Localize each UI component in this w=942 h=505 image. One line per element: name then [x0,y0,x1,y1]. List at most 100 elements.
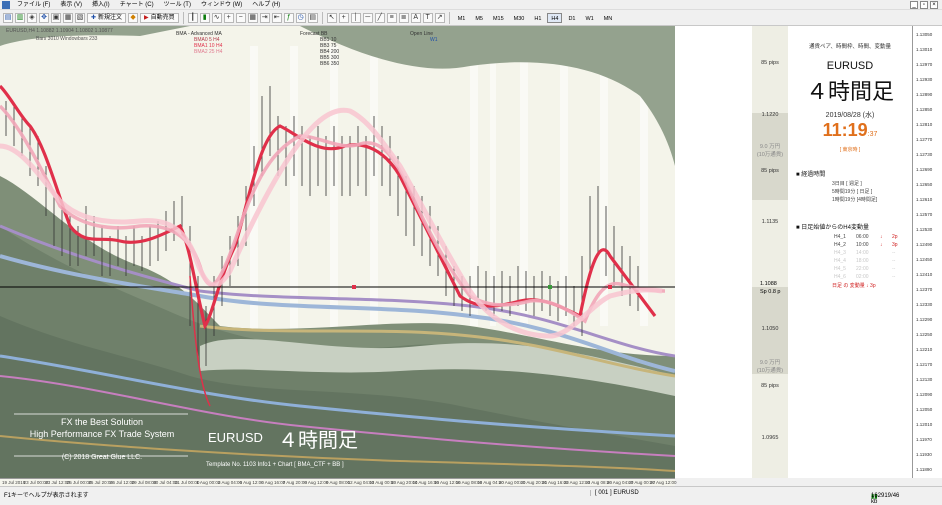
chart-header-line2: Bars 3010 Windowbars 233 [36,36,98,42]
chart-shift-icon[interactable]: ⇤ [271,12,282,23]
time-tick: 1 Aug 00:00 [196,480,221,485]
tf-d1[interactable]: D1 [564,13,579,23]
cursor-icon[interactable]: ↖ [326,12,337,23]
elapsed-row: 3日目 [ 週足 ] [832,181,862,187]
tf-m15[interactable]: M15 [489,13,508,23]
auto-trade-icon: ▶ [144,14,149,21]
vertical-line-icon[interactable]: │ [350,12,361,23]
periods-icon[interactable]: ◷ [295,12,306,23]
trendline-icon[interactable]: ╱ [374,12,385,23]
zoom-in-icon[interactable]: + [223,12,234,23]
new-order-icon: ✚ [91,14,97,21]
arrows-icon[interactable]: ↗ [434,12,445,23]
info-date: 2019/08/28 (水) [825,112,875,119]
menu-view[interactable]: 表示 (V) [55,0,87,10]
menu-chart[interactable]: チャート (C) [115,0,159,10]
fibonacci-icon[interactable]: ≣ [398,12,409,23]
price-tick: 1.12010 [916,422,933,427]
price-tick: 1.12530 [916,227,933,232]
label-icon[interactable]: T [422,12,433,23]
channel-icon[interactable]: ≡ [386,12,397,23]
legend-forecast: Forecast BB BB1 10 BB3 75 BB4 200 BB5 30… [300,31,339,67]
price-tick: 1.11890 [916,467,932,472]
app-icon [2,0,10,9]
footer-symbol: EURUSD [208,430,263,445]
profiles-icon[interactable]: ▥ [15,12,25,23]
info-symbol: EURUSD [826,60,874,72]
price-tick: 1.12610 [916,197,933,202]
bar-chart-icon[interactable]: ┃ [187,12,198,23]
auto-trade-label: 自動売買 [150,14,175,21]
h4-row-value: 3p [892,242,898,248]
menu-help[interactable]: ヘルプ (H) [247,0,285,10]
tf-w1[interactable]: W1 [581,13,597,23]
horizontal-line-icon[interactable]: ─ [362,12,373,23]
price-tick: 1.12290 [916,317,933,322]
auto-trade-button[interactable]: ▶ 自動売買 [140,12,179,23]
time-tick: 27 Aug 12:00 [650,480,677,485]
tester-icon[interactable]: ▧ [75,12,85,23]
pips-label: 85 pips [761,383,779,389]
brand-subtitle: High Performance FX Trade System [29,429,175,439]
close-icon[interactable]: × [930,0,938,9]
elapsed-row: 1時間19分 [4時間足] [832,197,878,203]
menu-tools[interactable]: ツール (T) [159,0,196,10]
tf-h4[interactable]: H4 [547,12,563,23]
templates-icon[interactable]: ▤ [307,12,318,23]
tf-m5[interactable]: M5 [471,13,487,23]
chart-canvas[interactable]: EURUSD,H4 1.10882 1.10904 1.10802 1.1087… [0,26,675,478]
tf-m30[interactable]: M30 [510,13,529,23]
crosshair-icon[interactable]: + [338,12,349,23]
menu-insert[interactable]: 挿入(I) [87,0,115,10]
daily-change: 日足 の 変動量 ↓ 3p [832,283,876,289]
indicators-icon[interactable]: ƒ [283,12,294,23]
h4-row-value: -- [892,274,896,280]
new-chart-icon[interactable]: ▤ [3,12,13,23]
text-icon[interactable]: A [410,12,421,23]
price-tick: 1.12850 [916,107,933,112]
chart-header-line1: EURUSD,H4 1.10882 1.10904 1.10802 1.1087… [6,28,113,34]
tf-mn[interactable]: MN [600,13,617,23]
candle-chart-icon[interactable]: ▮ [199,12,210,23]
menu-bar: ファイル (F) 表示 (V) 挿入(I) チャート (C) ツール (T) ウ… [0,0,942,10]
data-window-icon[interactable]: ✥ [39,12,49,23]
line-chart-icon[interactable]: ∿ [211,12,222,23]
h4-row-label: H4_3 [834,250,846,256]
zoom-out-icon[interactable]: − [235,12,246,23]
price-tick: 1.12250 [916,332,933,337]
price-tick: 1.12130 [916,377,933,382]
restore-icon[interactable]: ▫ [920,0,928,9]
time-tick: 7 Aug 20:00 [282,480,307,485]
pips-yen-label: 9.0 万円 (10万通貨) [756,144,784,158]
connection-value: 162919/46 kb [871,493,900,505]
price-tick: 1.13010 [916,47,933,52]
clock-time: 11:19 [822,120,868,140]
navigator-icon[interactable]: ▣ [51,12,61,23]
price-tick: 1.11930 [916,452,932,457]
brand-copyright: (C) 2018 Great Glue LLC. [61,454,143,461]
price-tick: 1.12210 [916,347,933,352]
price-chart[interactable] [0,26,675,478]
metaeditor-icon[interactable]: ◆ [128,12,139,23]
new-order-button[interactable]: ✚ 新規注文 [87,12,127,23]
tf-h1[interactable]: H1 [530,13,545,23]
legend-bb6: BB6 350 [320,61,340,67]
price-tick: 1.12770 [916,137,933,142]
info-timeframe: ４時間足 [805,79,894,104]
tf-m1[interactable]: M1 [454,13,470,23]
price-tick: 1.12690 [916,167,933,172]
terminal-icon[interactable]: ▦ [63,12,73,23]
h4-row-label: H4_1 [834,234,846,240]
time-tick: 8 Aug 12:00 [304,480,329,485]
separator [182,11,184,24]
minimize-icon[interactable]: _ [910,0,918,9]
autoscroll-icon[interactable]: ⇥ [259,12,270,23]
new-order-label: 新規注文 [98,14,123,21]
menu-file[interactable]: ファイル (F) [12,0,55,10]
info-panel: 通貨ペア、時間枠、時間、変動量 EURUSD ４時間足 2019/08/28 (… [788,26,912,478]
grid-icon[interactable]: ▦ [247,12,258,23]
time-axis[interactable]: 19 Jul 2019 23 Jul 00:00 23 Jul 12:00 25 Ju… [0,478,677,486]
market-watch-icon[interactable]: ◈ [27,12,37,23]
price-axis[interactable]: 1.13050 1.13010 1.12970 1.12930 1.12890 1.128… [912,26,942,478]
menu-window[interactable]: ウィンドウ (W) [196,0,247,10]
